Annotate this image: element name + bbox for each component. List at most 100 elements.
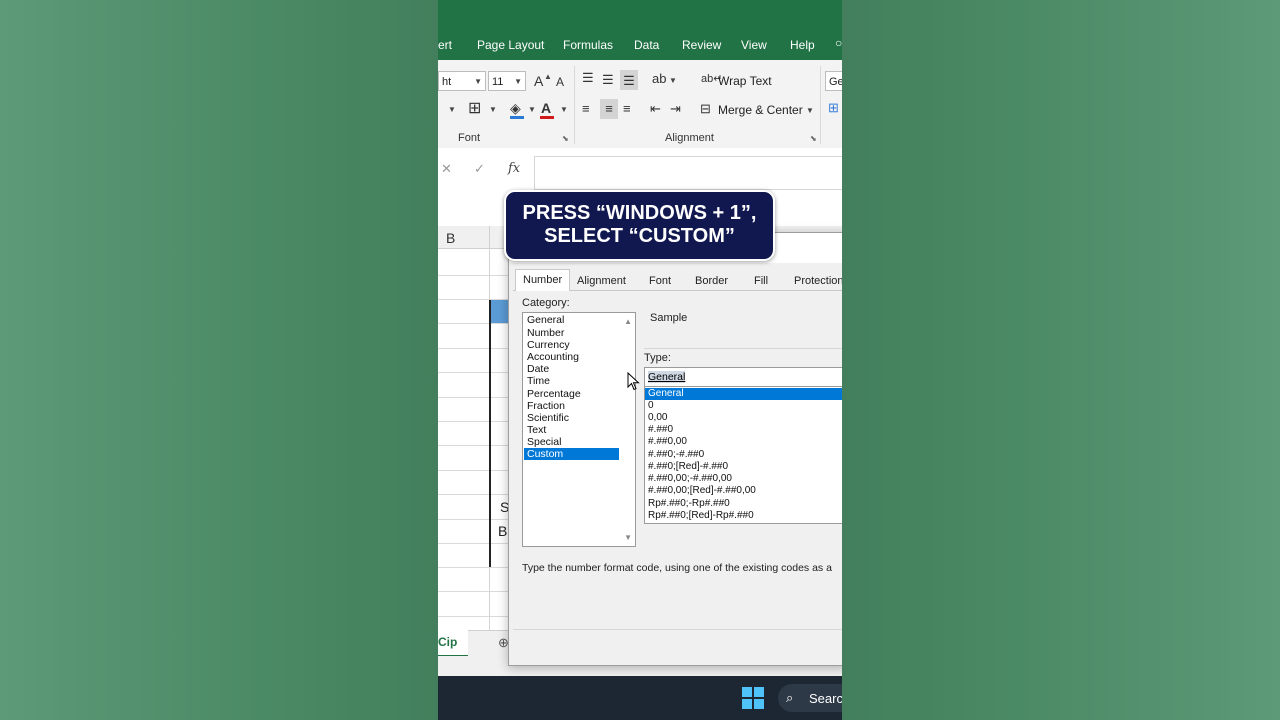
chevron-down-icon[interactable]: ▼ — [489, 105, 497, 114]
chevron-down-icon[interactable]: ▼ — [669, 76, 677, 85]
font-name-value: ht — [442, 76, 452, 88]
type-list[interactable]: General 0 0,00 #.##0 #.##0,00 #.##0;-#.#… — [644, 387, 842, 524]
taskbar-search[interactable]: ⌕ Searc — [778, 684, 842, 712]
decrease-indent-icon[interactable]: ⇤ — [650, 101, 661, 117]
type-input-value: General — [648, 371, 686, 383]
align-middle-icon[interactable]: ☰ — [602, 72, 614, 88]
type-item[interactable]: #.##0,00;[Red]-#.##0,00 — [645, 485, 842, 497]
category-item-scientific[interactable]: Scientific — [524, 412, 619, 424]
type-item[interactable]: #.##0 — [645, 424, 842, 436]
enter-icon[interactable]: ✓ — [474, 161, 485, 177]
formula-bar: ✕ ✓ fx — [438, 148, 842, 191]
orientation-icon[interactable]: ab — [652, 71, 666, 87]
align-top-icon[interactable]: ☰ — [582, 70, 594, 86]
category-item-general[interactable]: General — [524, 314, 619, 326]
font-dialog-launcher-icon[interactable]: ⬊ — [562, 134, 569, 143]
taskbar-search-label: Searc — [809, 691, 842, 706]
align-left-icon[interactable]: ≡ — [582, 101, 590, 117]
type-item[interactable]: #.##0;-#.##0 — [645, 449, 842, 461]
align-bottom-icon[interactable]: ☰ — [620, 70, 638, 90]
number-format-value: Ge — [829, 76, 842, 88]
font-group-label: Font — [458, 132, 481, 144]
format-hint-text: Type the number format code, using one o… — [522, 562, 832, 574]
decrease-font-icon[interactable]: A — [556, 74, 564, 90]
chevron-down-icon[interactable]: ▼ — [560, 105, 568, 114]
category-item-fraction[interactable]: Fraction — [524, 400, 619, 412]
category-item-number[interactable]: Number — [524, 327, 619, 339]
column-header-b[interactable]: B — [446, 230, 455, 246]
category-item-special[interactable]: Special — [524, 436, 619, 448]
wrap-text-button[interactable]: Wrap Text — [718, 74, 772, 88]
type-item[interactable]: 0,00 — [645, 412, 842, 424]
tab-protection[interactable]: Protection — [794, 275, 842, 287]
category-item-time[interactable]: Time — [524, 375, 619, 387]
tab-view[interactable]: View — [741, 38, 767, 52]
scroll-up-icon[interactable]: ▲ — [624, 317, 632, 326]
selected-cell[interactable] — [490, 300, 508, 323]
cell-text-b[interactable]: B — [498, 523, 507, 539]
font-size-combo[interactable]: 11 ▼ — [488, 71, 526, 91]
tab-border[interactable]: Border — [695, 275, 728, 287]
category-list[interactable]: General Number Currency Accounting Date … — [522, 312, 636, 547]
sheet-tab[interactable]: Cip — [438, 630, 468, 657]
borders-icon[interactable]: ⊞ — [468, 101, 481, 117]
instruction-banner: PRESS “WINDOWS + 1”, SELECT “CUSTOM” — [504, 190, 775, 261]
chevron-down-icon[interactable]: ▼ — [806, 106, 814, 115]
increase-indent-icon[interactable]: ⇥ — [670, 101, 681, 117]
align-center-icon[interactable]: ≡ — [600, 99, 618, 119]
taskbar: ⌕ Searc — [438, 676, 842, 720]
chevron-down-icon[interactable]: ▼ — [528, 105, 536, 114]
background-right — [842, 0, 1280, 720]
tab-data[interactable]: Data — [634, 38, 659, 52]
alignment-group-label: Alignment — [665, 132, 714, 144]
title-bar — [438, 0, 842, 28]
tab-alignment[interactable]: Alignment — [577, 275, 626, 287]
search-icon: ⌕ — [786, 690, 794, 705]
category-label: Category: — [522, 297, 570, 309]
scroll-down-icon[interactable]: ▼ — [624, 533, 632, 542]
category-item-accounting[interactable]: Accounting — [524, 351, 619, 363]
category-item-custom[interactable]: Custom — [524, 448, 619, 460]
format-cells-dialog: Number Alignment Font Border Fill Protec… — [508, 232, 842, 666]
type-item[interactable]: 0 — [645, 400, 842, 412]
insert-function-icon[interactable]: fx — [508, 161, 520, 177]
font-name-combo[interactable]: ht ▼ — [438, 71, 486, 91]
chevron-down-icon: ▼ — [514, 77, 522, 86]
number-format-combo[interactable]: Ge — [825, 71, 842, 91]
tab-help[interactable]: Help — [790, 38, 815, 52]
type-item[interactable]: General — [645, 388, 842, 400]
formula-input[interactable] — [534, 156, 842, 190]
category-item-currency[interactable]: Currency — [524, 339, 619, 351]
instruction-line-1: PRESS “WINDOWS + 1”, — [522, 202, 757, 224]
windows-start-icon[interactable] — [742, 687, 764, 709]
type-item[interactable]: #.##0,00;-#.##0,00 — [645, 473, 842, 485]
type-item[interactable]: #.##0;[Red]-#.##0 — [645, 461, 842, 473]
increase-font-icon[interactable]: A — [534, 73, 543, 89]
conditional-format-icon[interactable]: ⊞ — [828, 100, 839, 116]
lightbulb-icon[interactable]: ○ — [835, 36, 842, 50]
type-label: Type: — [644, 352, 671, 364]
type-input[interactable]: General — [644, 367, 842, 387]
font-size-value: 11 — [492, 76, 504, 88]
tab-number[interactable]: Number — [515, 269, 571, 291]
tab-font[interactable]: Font — [649, 275, 671, 287]
align-right-icon[interactable]: ≡ — [623, 101, 631, 117]
merge-center-button[interactable]: Merge & Center — [718, 103, 803, 117]
type-item[interactable]: Rp#.##0;-Rp#.##0 — [645, 498, 842, 510]
tab-review[interactable]: Review — [682, 38, 721, 52]
chevron-down-icon[interactable]: ▼ — [448, 105, 456, 114]
category-item-text[interactable]: Text — [524, 424, 619, 436]
tab-fill[interactable]: Fill — [754, 275, 768, 287]
category-item-date[interactable]: Date — [524, 363, 619, 375]
type-item[interactable]: Rp#.##0;[Red]-Rp#.##0 — [645, 510, 842, 522]
chevron-down-icon: ▼ — [474, 77, 482, 86]
type-item[interactable]: #.##0,00 — [645, 436, 842, 448]
alignment-dialog-launcher-icon[interactable]: ⬊ — [810, 134, 817, 143]
tab-insert[interactable]: ert — [438, 38, 452, 52]
cancel-icon[interactable]: ✕ — [441, 161, 452, 177]
tab-page-layout[interactable]: Page Layout — [477, 38, 544, 52]
ribbon-tabs: ert Page Layout Formulas Data Review Vie… — [438, 28, 842, 60]
sheet-tab-label: Cip — [438, 635, 458, 649]
tab-formulas[interactable]: Formulas — [563, 38, 613, 52]
category-item-percentage[interactable]: Percentage — [524, 388, 619, 400]
